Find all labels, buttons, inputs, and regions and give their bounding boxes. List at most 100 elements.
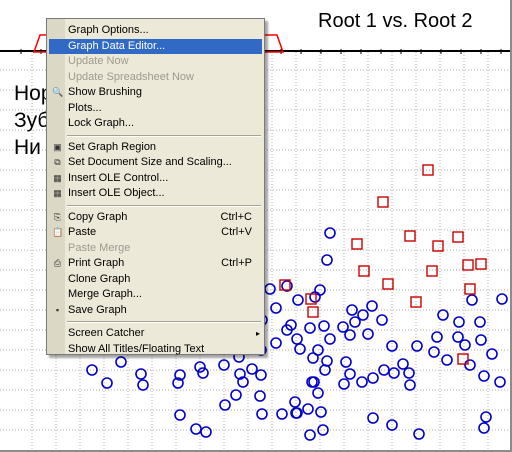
data-point-circle	[302, 403, 314, 415]
data-point-circle	[304, 322, 316, 334]
data-point-circle	[321, 254, 333, 266]
menu-item-shortcut: Ctrl+C	[220, 210, 252, 223]
menu-item-label: Set Document Size and Scaling...	[68, 156, 232, 168]
menu-item-insert-ole-control[interactable]: ▦ Insert OLE Control...	[49, 171, 262, 186]
data-point-square	[351, 238, 363, 250]
menu-item-label: Graph Data Editor...	[68, 39, 166, 52]
data-point-circle	[340, 356, 352, 368]
menu-item-show-brushing[interactable]: 🔍 Show Brushing	[49, 85, 262, 100]
menu-item-label: Insert OLE Control...	[68, 171, 169, 184]
menu-item-copy-graph[interactable]: ⎘ Copy Graph Ctrl+C	[49, 210, 262, 225]
data-point-circle	[254, 390, 266, 402]
data-point-circle	[474, 316, 486, 328]
data-point-circle	[200, 426, 212, 438]
menu-item-label: Set Graph Region	[68, 140, 157, 153]
data-point-square	[422, 164, 434, 176]
data-point-circle	[137, 379, 149, 391]
data-point-circle	[441, 354, 453, 366]
data-point-circle	[338, 378, 350, 390]
graph-title: Root 1 vs. Root 2	[318, 10, 473, 32]
menu-item-set-graph-region[interactable]: ▣ Set Graph Region	[49, 140, 262, 155]
menu-item-paste-merge: Paste Merge	[49, 241, 262, 256]
menu-item-label: Lock Graph...	[68, 117, 135, 129]
menu-item-insert-ole-object[interactable]: ▦ Insert OLE Object...	[49, 186, 262, 201]
printer-icon: ⎙	[53, 258, 62, 268]
background-label-2: Зуб	[14, 109, 50, 132]
menu-item-label: Copy Graph	[68, 210, 128, 223]
menu-item-label: Save Graph	[68, 303, 127, 316]
data-point-circle	[255, 369, 267, 381]
data-point-circle	[324, 333, 336, 345]
menu-item-label: Show Brushing	[68, 86, 142, 98]
context-menu[interactable]: Graph Options... Graph Data Editor... Upda…	[46, 18, 265, 355]
data-point-square	[426, 265, 438, 277]
data-point-circle	[475, 334, 487, 346]
menu-item-plots[interactable]: Plots...	[49, 101, 262, 116]
data-point-circle	[315, 406, 327, 418]
data-point-square	[464, 283, 476, 295]
ole-object-icon: ▦	[53, 188, 62, 198]
data-point-circle	[428, 346, 440, 358]
data-point-circle	[397, 358, 409, 370]
data-point-circle	[494, 376, 506, 388]
menu-item-show-all-titles-floating-text[interactable]: Show All Titles/Floating Text	[49, 342, 262, 357]
data-point-circle	[453, 316, 465, 328]
menu-item-label: Merge Graph...	[68, 288, 142, 300]
background-label-3: Ни	[14, 136, 41, 159]
data-point-circle	[86, 364, 98, 376]
data-point-circle	[480, 411, 492, 423]
menu-item-graph-options[interactable]: Graph Options...	[49, 23, 262, 38]
data-point-circle	[367, 412, 379, 424]
data-point-circle	[219, 399, 231, 411]
data-point-square	[475, 258, 487, 270]
data-point-circle	[264, 283, 276, 295]
graph-window: Root 1 vs. Root 2 Нор Зуб Ни Graph Optio…	[0, 0, 512, 452]
menu-item-label: Screen Catcher	[68, 327, 145, 339]
data-point-circle	[464, 359, 476, 371]
data-point-square	[307, 306, 319, 318]
data-point-square	[377, 196, 389, 208]
data-point-circle	[356, 376, 368, 388]
menu-item-shortcut: Ctrl+V	[221, 226, 252, 238]
menu-item-label: Show All Titles/Floating Text	[68, 342, 205, 355]
data-point-circle	[246, 363, 258, 375]
menu-item-lock-graph[interactable]: Lock Graph...	[49, 116, 262, 131]
document-size-icon: ⧉	[54, 157, 61, 167]
data-point-circle	[459, 339, 471, 351]
menu-item-print-graph[interactable]: ⎙ Print Graph Ctrl+P	[49, 256, 262, 271]
data-point-square	[452, 231, 464, 243]
data-point-circle	[344, 329, 356, 341]
menu-item-update-spreadsheet-now: Update Spreadsheet Now	[49, 70, 262, 85]
submenu-arrow-icon: ▸	[255, 329, 260, 338]
brush-icon: 🔍	[52, 87, 64, 97]
menu-item-label: Clone Graph	[68, 272, 131, 285]
data-point-circle	[404, 379, 416, 391]
menu-separator	[67, 321, 261, 323]
menu-item-save-graph[interactable]: ▪ Save Graph	[49, 303, 262, 318]
menu-item-label: Update Spreadsheet Now	[68, 70, 194, 83]
menu-item-shortcut: Ctrl+P	[221, 257, 252, 269]
menu-item-graph-data-editor[interactable]: Graph Data Editor...	[49, 38, 262, 54]
menu-item-screen-catcher[interactable]: Screen Catcher ▸	[49, 326, 262, 341]
menu-item-merge-graph[interactable]: Merge Graph...	[49, 287, 262, 302]
menu-item-set-document-size-and-scaling[interactable]: ⧉ Set Document Size and Scaling...	[49, 155, 262, 170]
menu-item-clone-graph[interactable]: Clone Graph	[49, 272, 262, 287]
menu-item-label: Insert OLE Object...	[68, 187, 165, 199]
menu-item-label: Print Graph	[68, 257, 125, 269]
graph-region-icon: ▣	[53, 141, 62, 152]
data-point-circle	[190, 423, 202, 435]
copy-icon: ⎘	[53, 211, 62, 222]
menu-item-label: Paste Merge	[68, 241, 131, 254]
data-point-circle	[304, 429, 316, 441]
floppy-disk-icon: ▪	[55, 304, 60, 315]
data-point-circle	[291, 333, 303, 345]
menu-item-paste[interactable]: 📋 Paste Ctrl+V	[49, 225, 262, 240]
data-point-circle	[496, 293, 508, 305]
data-point-circle	[357, 309, 369, 321]
menu-separator	[67, 204, 261, 207]
data-point-circle	[292, 294, 304, 306]
data-point-circle	[289, 396, 301, 408]
menu-item-update-now: Update Now	[49, 54, 262, 69]
menu-item-label: Plots...	[68, 101, 102, 114]
data-point-circle	[367, 372, 379, 384]
